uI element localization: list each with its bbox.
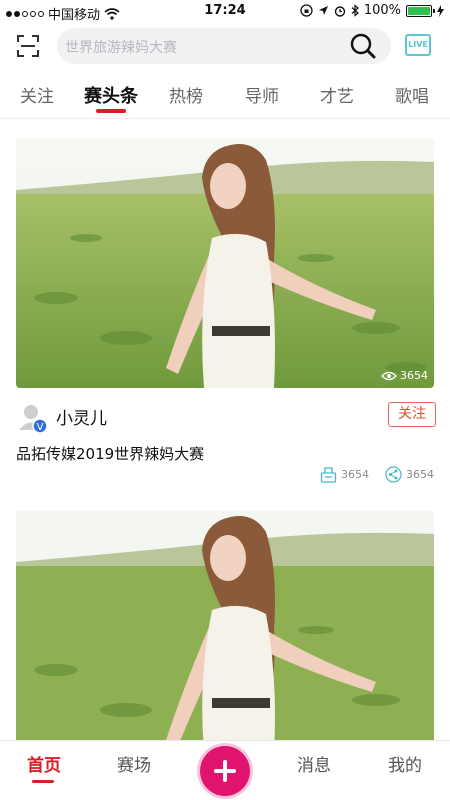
tab-headlines[interactable]: 赛头条 xyxy=(84,82,138,108)
tab-mentors[interactable]: 导师 xyxy=(245,82,279,107)
status-right: 100% xyxy=(300,3,444,18)
nav-messages[interactable]: 消息 xyxy=(297,751,331,776)
rotation-lock-icon xyxy=(300,4,313,17)
share-icon[interactable] xyxy=(385,466,402,483)
nav-arena[interactable]: 赛场 xyxy=(117,751,151,776)
category-tabs: 关注 赛头条 热榜 导师 才艺 歌唱 xyxy=(0,78,450,118)
post-author: V 小灵儿 关注 xyxy=(16,400,436,434)
post-image[interactable]: 3654 xyxy=(16,138,434,388)
battery-percent: 100% xyxy=(363,3,401,18)
verified-badge: V xyxy=(37,422,44,433)
active-tab-indicator xyxy=(96,109,126,113)
add-button[interactable] xyxy=(200,746,250,796)
nav-active-indicator xyxy=(32,780,54,783)
bluetooth-icon xyxy=(351,4,359,17)
author-name[interactable]: 小灵儿 xyxy=(56,404,107,429)
alarm-icon xyxy=(334,5,346,17)
battery-icon xyxy=(406,4,435,17)
post-title[interactable]: 品拓传媒2019世界辣妈大赛 xyxy=(16,443,204,464)
share-count: 3654 xyxy=(406,468,434,481)
search-header: 世界旅游辣妈大赛 LIVE xyxy=(0,26,450,66)
nav-home[interactable]: 首页 xyxy=(27,751,61,776)
post-image[interactable] xyxy=(16,510,434,750)
nav-profile[interactable]: 我的 xyxy=(388,751,422,776)
search-input[interactable]: 世界旅游辣妈大赛 xyxy=(57,28,391,64)
search-placeholder: 世界旅游辣妈大赛 xyxy=(65,40,177,56)
search-icon[interactable] xyxy=(349,32,377,60)
ballot-icon[interactable] xyxy=(320,466,337,483)
live-icon[interactable]: LIVE xyxy=(405,34,431,56)
follow-button[interactable]: 关注 xyxy=(388,402,436,427)
eye-icon xyxy=(381,371,397,380)
tab-divider xyxy=(0,118,450,119)
status-bar: 中国移动 17:24 100% xyxy=(0,0,450,23)
avatar-icon[interactable]: V xyxy=(18,402,48,434)
view-count-value: 3654 xyxy=(400,369,428,382)
location-icon xyxy=(318,6,328,15)
bottom-nav: 首页 赛场 消息 我的 xyxy=(0,740,450,800)
vote-count: 3654 xyxy=(341,468,369,481)
tab-follow[interactable]: 关注 xyxy=(20,82,54,107)
tab-singing[interactable]: 歌唱 xyxy=(395,82,429,107)
tab-talent[interactable]: 才艺 xyxy=(320,82,354,107)
scan-icon[interactable] xyxy=(16,34,40,58)
post-stats: 3654 3654 xyxy=(320,466,434,483)
tab-hot-list[interactable]: 热榜 xyxy=(169,82,203,107)
view-count: 3654 xyxy=(381,369,428,382)
charging-icon xyxy=(437,4,444,17)
